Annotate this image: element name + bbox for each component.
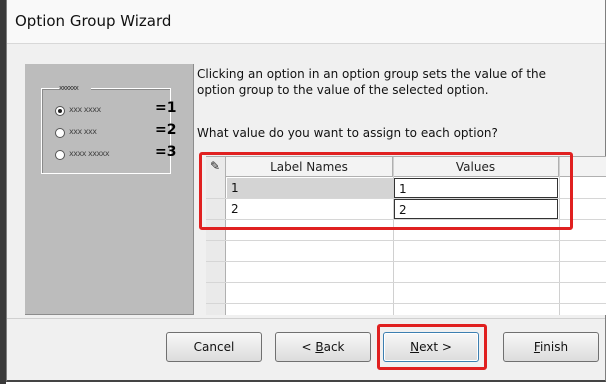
grid-row-line	[206, 261, 606, 262]
next-button[interactable]: Next >	[383, 332, 479, 362]
question-text: What value do you want to assign to each…	[197, 126, 498, 140]
description-line-2: option group to the value of the selecte…	[197, 83, 489, 97]
description-line-1: Clicking an option in an option group se…	[197, 67, 547, 81]
grid-row-line	[206, 303, 606, 304]
row-2-label-cell[interactable]: 2	[227, 199, 393, 219]
illustration-option-value: =3	[155, 144, 177, 160]
illustration-group-legend: xxxxxx	[59, 84, 91, 92]
next-button-mnemonic: N	[410, 340, 420, 354]
cancel-button[interactable]: Cancel	[166, 332, 262, 362]
cancel-button-label: Cancel	[193, 340, 235, 354]
back-button[interactable]: < Back	[275, 332, 371, 362]
finish-button[interactable]: Finish	[503, 332, 599, 362]
column-header-label-names[interactable]: Label Names	[226, 157, 393, 177]
radio-unselected-icon	[55, 150, 65, 160]
footer-divider	[7, 318, 605, 319]
grid-column-divider	[559, 157, 560, 315]
title-bar: Option Group Wizard	[7, 0, 605, 44]
row-selector-column	[206, 157, 226, 315]
back-button-mnemonic: B	[315, 340, 324, 354]
column-header-values[interactable]: Values	[393, 157, 559, 177]
values-grid[interactable]: Label Names Values ✎ 1 1 2 2	[206, 156, 606, 315]
row-2-value-cell[interactable]: 2	[394, 199, 558, 219]
radio-unselected-icon	[55, 128, 65, 138]
window-title: Option Group Wizard	[15, 12, 172, 30]
pencil-edit-icon: ✎	[210, 159, 221, 173]
finish-button-label: inish	[539, 340, 569, 354]
next-button-label: ext >	[419, 340, 452, 354]
row-1-label-cell[interactable]: 1	[227, 178, 393, 198]
grid-row-line	[206, 282, 606, 283]
grid-row-line	[206, 240, 606, 241]
row-1-value-cell[interactable]: 1	[394, 178, 558, 198]
radio-selected-icon	[55, 106, 65, 116]
column-header-empty	[559, 157, 606, 177]
illustration-option-value: =1	[155, 100, 177, 116]
illustration-option-value: =2	[155, 122, 177, 138]
back-button-prefix: <	[301, 340, 316, 354]
back-button-label: ack	[323, 340, 345, 354]
option-group-wizard-window: Option Group Wizard xxxxxx xxx xxxx =1 x…	[6, 0, 606, 382]
